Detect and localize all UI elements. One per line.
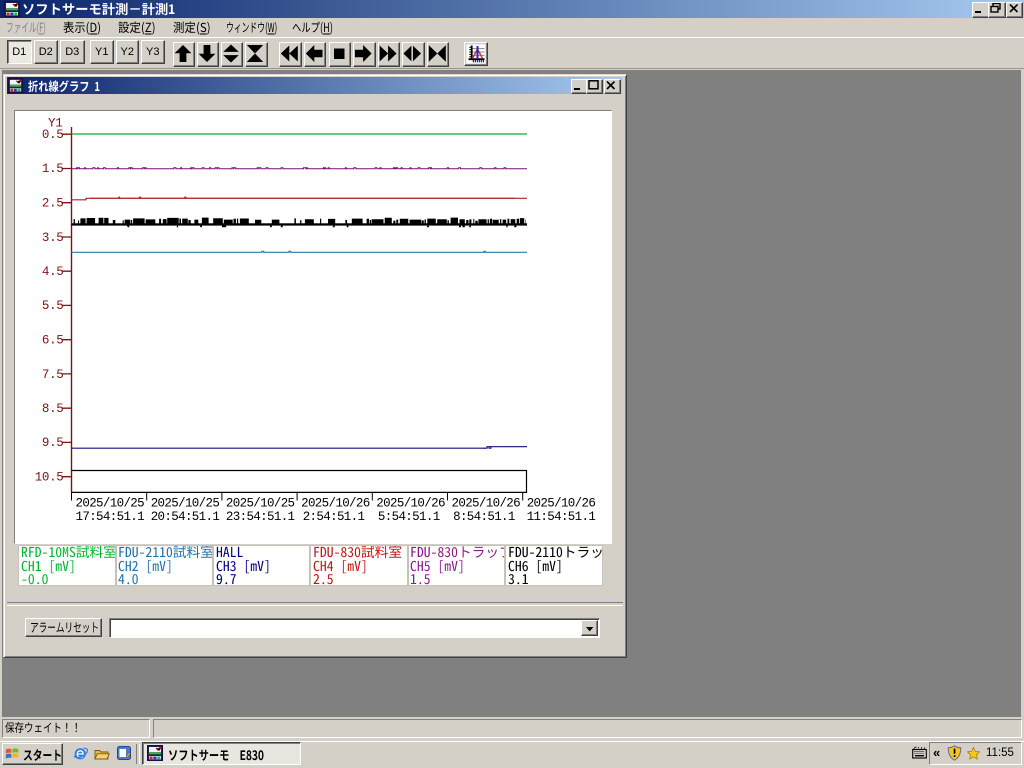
svg-text:2025/10/25: 2025/10/25: [226, 497, 295, 511]
svg-text:2025/10/25: 2025/10/25: [76, 497, 145, 511]
svg-text:4.5: 4.5: [42, 265, 64, 279]
svg-text:20:54:51.1: 20:54:51.1: [151, 510, 220, 524]
svg-text:2025/10/25: 2025/10/25: [151, 497, 220, 511]
svg-text:Y1: Y1: [48, 117, 62, 131]
svg-text:8:54:51.1: 8:54:51.1: [453, 510, 515, 524]
svg-text:5.5: 5.5: [42, 299, 64, 313]
svg-text:8.5: 8.5: [42, 402, 64, 416]
svg-text:2025/10/26: 2025/10/26: [527, 497, 596, 511]
svg-text:2025/10/26: 2025/10/26: [376, 497, 445, 511]
svg-text:6.5: 6.5: [42, 334, 64, 348]
svg-text:2025/10/26: 2025/10/26: [301, 497, 370, 511]
svg-text:2:54:51.1: 2:54:51.1: [303, 510, 365, 524]
svg-text:2025/10/26: 2025/10/26: [452, 497, 521, 511]
svg-text:11:54:51.1: 11:54:51.1: [527, 510, 596, 524]
svg-text:23:54:51.1: 23:54:51.1: [226, 510, 295, 524]
svg-text:7.5: 7.5: [42, 368, 64, 382]
svg-text:5:54:51.1: 5:54:51.1: [378, 510, 440, 524]
svg-text:3.5: 3.5: [42, 231, 64, 245]
svg-text:9.5: 9.5: [42, 436, 64, 450]
svg-text:2.5: 2.5: [42, 197, 64, 211]
svg-text:10.5: 10.5: [35, 471, 64, 485]
svg-text:1.5: 1.5: [42, 162, 64, 176]
svg-text:17:54:51.1: 17:54:51.1: [76, 510, 145, 524]
